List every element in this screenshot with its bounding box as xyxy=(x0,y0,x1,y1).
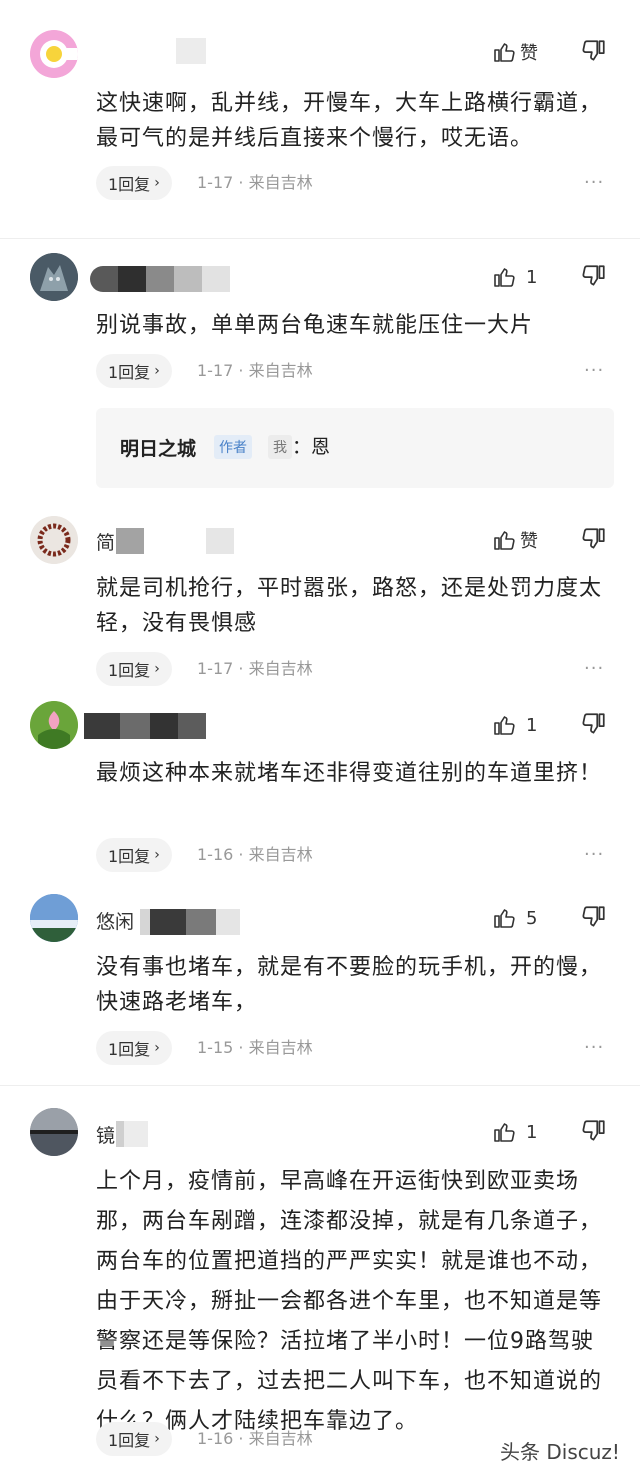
comment-meta: 1-15 · 来自吉林 xyxy=(197,1038,313,1057)
chevron-right-icon: › xyxy=(154,661,160,677)
thumbs-down-icon xyxy=(582,528,605,549)
comment-text: 没有事也堵车，就是有不要脸的玩手机，开的慢，快速路老堵车， xyxy=(96,955,603,1015)
author-reply-text: ：恩 xyxy=(292,436,331,458)
chevron-right-icon: › xyxy=(154,847,160,863)
username-mosaic xyxy=(140,909,240,935)
author-name[interactable]: 明日之城 xyxy=(120,434,196,461)
like-button[interactable]: 赞 xyxy=(492,38,538,66)
comment-meta: 1-17 · 来自吉林 xyxy=(197,659,313,678)
thumbs-down-icon xyxy=(582,906,605,927)
reply-count-button[interactable]: 1回复 › xyxy=(96,838,172,872)
like-button[interactable]: 1 xyxy=(492,1118,537,1146)
reply-label: 1回复 xyxy=(108,175,151,194)
like-button[interactable]: 1 xyxy=(492,711,537,739)
more-options-button[interactable]: ··· xyxy=(584,652,604,686)
dislike-button[interactable] xyxy=(581,904,609,932)
comment-text: 就是司机抢行，平时嚣张，路怒，还是处罚力度太轻，没有畏惧感 xyxy=(96,576,603,636)
chevron-right-icon: › xyxy=(154,175,160,191)
reply-count-button[interactable]: 1回复 › xyxy=(96,166,172,200)
username-mosaic xyxy=(90,266,230,292)
comment-text: 最烦这种本来就堵车还非得变道往别的车道里挤！ xyxy=(96,761,603,786)
divider xyxy=(0,238,640,239)
comment-meta: 1-17 · 来自吉林 xyxy=(197,173,313,192)
thumbs-up-icon xyxy=(494,531,515,550)
reply-count-button[interactable]: 1回复 › xyxy=(96,1422,172,1456)
like-count: 1 xyxy=(526,266,538,288)
thumbs-up-icon xyxy=(494,268,515,287)
thumbs-up-icon xyxy=(494,909,515,928)
reply-label: 1回复 xyxy=(108,363,151,382)
chevron-right-icon: › xyxy=(154,1431,160,1447)
author-reply[interactable]: 明日之城 作者 我 ：恩 xyxy=(96,408,614,488)
like-count: 5 xyxy=(526,907,538,929)
reply-label: 1回复 xyxy=(108,847,151,866)
username-mosaic xyxy=(116,1121,148,1147)
reply-label: 1回复 xyxy=(108,1431,151,1450)
like-button[interactable]: 1 xyxy=(492,263,537,291)
reply-count-button[interactable]: 1回复 › xyxy=(96,354,172,388)
more-options-button[interactable]: ··· xyxy=(584,354,604,388)
more-options-button[interactable]: ··· xyxy=(584,838,604,872)
like-count: 1 xyxy=(526,1121,538,1143)
thumbs-down-icon xyxy=(582,1120,605,1141)
watermark: 头条 Discuz! xyxy=(500,1440,620,1464)
thumbs-up-icon xyxy=(494,43,515,62)
thumbs-down-icon xyxy=(582,40,605,61)
dislike-button[interactable] xyxy=(581,263,609,291)
username[interactable]: 简 xyxy=(96,528,115,555)
username[interactable]: 悠闲 xyxy=(96,907,134,934)
dislike-button[interactable] xyxy=(581,1118,609,1146)
comment-meta: 1-17 · 来自吉林 xyxy=(197,361,313,380)
like-count: 赞 xyxy=(520,43,538,64)
username[interactable]: 镜 xyxy=(96,1121,115,1148)
comment-text: 别说事故，单单两台龟速车就能压住一大片 xyxy=(96,313,534,338)
thumbs-down-icon xyxy=(582,265,605,286)
comment-text: 这快速啊，乱并线，开慢车，大车上路横行霸道，最可气的是并线后直接来个慢行，哎无语… xyxy=(96,91,603,151)
dislike-button[interactable] xyxy=(581,526,609,554)
more-options-button[interactable]: ··· xyxy=(584,1031,604,1065)
username-mosaic xyxy=(176,38,206,64)
avatar[interactable] xyxy=(30,30,78,78)
more-options-button[interactable]: ··· xyxy=(584,166,604,200)
thumbs-up-icon xyxy=(494,1123,515,1142)
like-count: 1 xyxy=(526,714,538,736)
comment-meta: 1-16 · 来自吉林 xyxy=(197,845,313,864)
avatar[interactable] xyxy=(30,701,78,749)
comment-meta: 1-16 · 来自吉林 xyxy=(197,1429,313,1448)
thumbs-down-icon xyxy=(582,713,605,734)
like-button[interactable]: 赞 xyxy=(492,526,538,554)
dislike-button[interactable] xyxy=(581,711,609,739)
thumbs-up-icon xyxy=(494,716,515,735)
avatar[interactable] xyxy=(30,1108,78,1156)
me-badge: 我 xyxy=(268,435,292,459)
reply-label: 1回复 xyxy=(108,661,151,680)
reply-count-button[interactable]: 1回复 › xyxy=(96,1031,172,1065)
username-mosaic xyxy=(84,713,206,739)
avatar[interactable] xyxy=(30,516,78,564)
reply-label: 1回复 xyxy=(108,1040,151,1059)
author-badge: 作者 xyxy=(214,435,252,459)
avatar[interactable] xyxy=(30,894,78,942)
chevron-right-icon: › xyxy=(154,363,160,379)
divider xyxy=(0,1085,640,1086)
comment-text: 上个月，疫情前，早高峰在开运街快到欧亚卖场那，两台车剐蹭，连漆都没掉，就是有几条… xyxy=(96,1169,603,1434)
reply-count-button[interactable]: 1回复 › xyxy=(96,652,172,686)
like-button[interactable]: 5 xyxy=(492,904,537,932)
like-count: 赞 xyxy=(520,531,538,552)
dislike-button[interactable] xyxy=(581,38,609,66)
username-mosaic xyxy=(116,528,234,554)
avatar[interactable] xyxy=(30,253,78,301)
chevron-right-icon: › xyxy=(154,1040,160,1056)
